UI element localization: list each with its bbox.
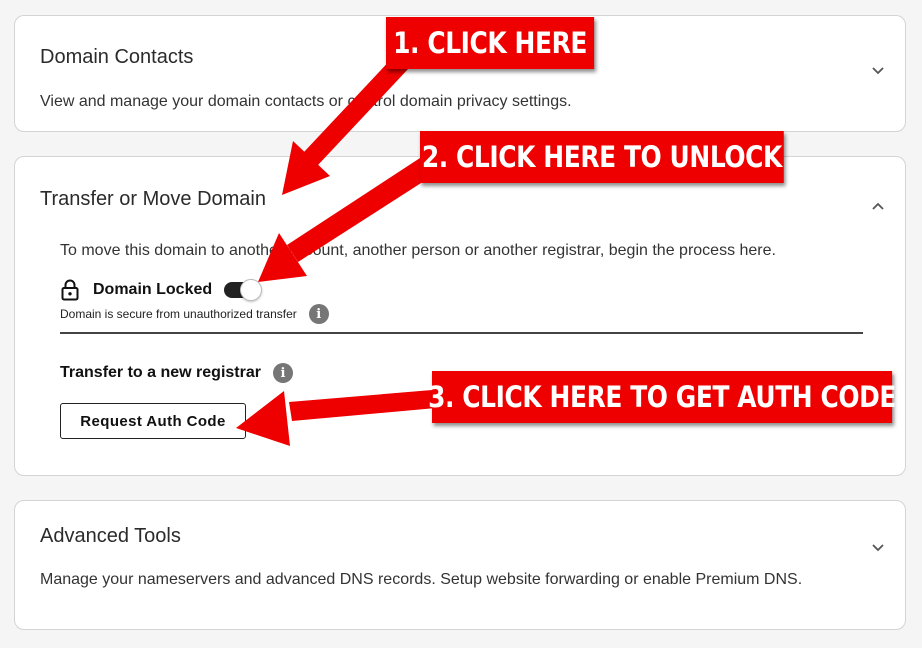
advanced-tools-description: Manage your nameservers and advanced DNS… [40,571,803,588]
request-auth-code-button[interactable]: Request Auth Code [60,403,246,439]
callout-step1: 1. CLICK HERE [386,17,595,69]
section-divider [60,332,863,334]
domain-locked-label: Domain Locked [93,281,213,298]
domain-contacts-description: View and manage your domain contacts or … [40,93,572,110]
registrar-row: Transfer to a new registrar i [60,363,293,383]
info-icon[interactable]: i [308,304,329,324]
chevron-down-icon[interactable] [871,541,885,555]
transfer-domain-description: To move this domain to another account, … [60,242,776,259]
domain-contacts-title[interactable]: Domain Contacts [40,46,193,69]
domain-lock-toggle[interactable] [224,279,263,301]
callout-step3: 3. CLICK HERE TO GET AUTH CODE [428,371,896,423]
advanced-tools-card[interactable]: Advanced Tools Manage your nameservers a… [14,500,906,630]
info-icon[interactable]: i [272,363,293,383]
lock-icon [61,279,79,301]
lock-subtext-row: Domain is secure from unauthorized trans… [60,304,329,324]
callout-step2: 2. CLICK HERE TO UNLOCK [420,131,784,183]
chevron-down-icon[interactable] [871,64,885,78]
transfer-domain-title[interactable]: Transfer or Move Domain [40,188,266,211]
transfer-registrar-label: Transfer to a new registrar [60,364,261,381]
domain-lock-row: Domain Locked [61,279,263,301]
transfer-domain-card: Transfer or Move Domain To move this dom… [14,156,906,476]
domain-lock-subtext: Domain is secure from unauthorized trans… [60,307,297,321]
chevron-up-icon[interactable] [871,199,885,213]
advanced-tools-title[interactable]: Advanced Tools [40,525,181,548]
toggle-knob [240,279,263,301]
